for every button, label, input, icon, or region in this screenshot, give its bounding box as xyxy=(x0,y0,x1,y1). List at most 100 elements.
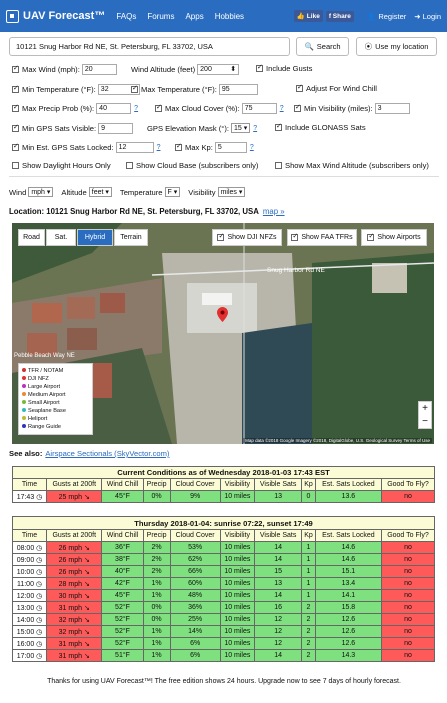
legend-dot-icon xyxy=(22,384,26,388)
daylight-row: Show Daylight Hours Only xyxy=(12,161,111,170)
nav-faqs[interactable]: FAQs xyxy=(116,12,136,21)
value-cell: 6% xyxy=(169,649,221,662)
cloud-checkbox[interactable] xyxy=(155,103,162,112)
gusts-cell: 26 mph ↘ xyxy=(46,553,103,566)
location-pin-icon[interactable] xyxy=(217,307,228,322)
gps-locked-row: Min Est. GPS Sats Locked:12? xyxy=(12,142,161,153)
fb-like-button[interactable]: 👍 Like xyxy=(293,10,323,22)
cloud-row: Max Cloud Cover (%):75? xyxy=(155,103,284,114)
register-link[interactable]: 👤 Register xyxy=(367,12,406,21)
value-cell: 45°F xyxy=(101,589,144,602)
value-cell: 62% xyxy=(169,553,221,566)
value-cell: no xyxy=(380,589,436,602)
kp-help-link[interactable]: ? xyxy=(250,144,254,151)
column-header: Good To Fly? xyxy=(380,478,436,491)
max-temp-input[interactable]: 95 xyxy=(218,84,258,95)
gusts-checkbox[interactable] xyxy=(256,63,263,72)
wind-unit-select[interactable]: mph ▾ xyxy=(28,187,54,197)
map-terrain-button[interactable]: Terrain xyxy=(114,229,148,246)
temp-unit-select[interactable]: F ▾ xyxy=(164,187,181,197)
gusts-cell: 32 mph ↘ xyxy=(46,613,103,626)
wind-alt-input[interactable]: 200 ⬍ xyxy=(197,64,240,75)
precip-input[interactable]: 40 xyxy=(96,103,132,114)
fb-share-button[interactable]: f Share xyxy=(325,10,354,22)
time-cell: 08:00 ◷ xyxy=(11,541,48,554)
value-cell: 12 xyxy=(254,625,303,638)
value-cell: 1 xyxy=(301,565,316,578)
value-cell: 14.6 xyxy=(314,553,382,566)
visibility-checkbox[interactable] xyxy=(294,103,301,112)
alt-unit-select[interactable]: feet ▾ xyxy=(88,187,112,197)
wind-chill-checkbox[interactable] xyxy=(296,83,303,92)
precip-checkbox[interactable] xyxy=(12,103,19,112)
gps-visible-input[interactable]: 9 xyxy=(98,123,134,134)
column-header: Precip xyxy=(142,529,171,542)
dji-nfz-toggle[interactable]: Show DJI NFZs xyxy=(212,229,282,246)
use-location-button[interactable]: ⦿ Use my location xyxy=(356,37,437,56)
gps-locked-input[interactable]: 12 xyxy=(115,142,154,153)
login-link[interactable]: ➜ Login xyxy=(414,12,441,21)
daylight-checkbox[interactable] xyxy=(12,162,19,169)
value-cell: 2 xyxy=(301,649,316,662)
max-wind-input[interactable]: 20 xyxy=(81,64,117,75)
table-row: 17:00 ◷ 31 mph ↘ 51°F 1% 6% 10 miles 14 2 14.3 no xyxy=(11,649,436,662)
airspace-link[interactable]: Airspace Sectionals (SkyVector.com) xyxy=(45,449,169,458)
value-cell: 10 miles xyxy=(219,625,256,638)
nav-apps[interactable]: Apps xyxy=(185,12,203,21)
tfr-checkbox xyxy=(291,232,299,241)
precip-help-link[interactable]: ? xyxy=(134,105,138,112)
legend-item: Large Airport xyxy=(22,383,89,391)
airports-toggle[interactable]: Show Airports xyxy=(361,229,427,246)
value-cell: 48% xyxy=(169,589,221,602)
max-wind-alt-checkbox[interactable] xyxy=(275,162,282,169)
map-link[interactable]: map » xyxy=(263,207,285,216)
value-cell: 10 miles xyxy=(219,553,256,566)
nav-hobbies[interactable]: Hobbies xyxy=(215,12,244,21)
cloud-help-link[interactable]: ? xyxy=(280,105,284,112)
search-button[interactable]: 🔍 Search xyxy=(296,37,349,56)
map[interactable]: Road Sat. Hybrid Terrain Show DJI NFZs S… xyxy=(12,223,434,444)
value-cell: 10 miles xyxy=(219,541,256,554)
gps-locked-checkbox[interactable] xyxy=(12,142,19,151)
min-temp-checkbox[interactable] xyxy=(12,84,19,93)
value-cell: 1% xyxy=(142,649,171,662)
map-sat-button[interactable]: Sat. xyxy=(46,229,76,246)
value-cell: 0% xyxy=(142,613,171,626)
brand[interactable]: UAV Forecast™ xyxy=(6,9,105,23)
value-cell: 13.4 xyxy=(314,577,382,590)
zoom-out-button[interactable]: − xyxy=(419,415,431,428)
value-cell: 51°F xyxy=(101,649,144,662)
legend-dot-icon xyxy=(22,424,26,428)
street-label: Snug Harbor Rd NE xyxy=(267,267,325,274)
column-header: Est. Sats Locked xyxy=(314,529,382,542)
map-hybrid-button[interactable]: Hybrid xyxy=(77,229,113,246)
gps-mask-select[interactable]: 15 ▾ xyxy=(230,123,251,133)
value-cell: 10 miles xyxy=(219,613,256,626)
vis-unit-select[interactable]: miles ▾ xyxy=(217,187,246,197)
kp-checkbox[interactable] xyxy=(175,142,182,151)
max-wind-checkbox[interactable] xyxy=(12,64,19,73)
time-cell: 11:00 ◷ xyxy=(11,577,48,590)
legend-dot-icon xyxy=(22,376,26,380)
max-temp-checkbox[interactable] xyxy=(131,84,138,93)
visibility-input[interactable]: 3 xyxy=(374,103,410,114)
gps-mask-help-link[interactable]: ? xyxy=(253,125,257,132)
faa-tfr-toggle[interactable]: Show FAA TFRs xyxy=(287,229,357,246)
legend-item: Range Guide xyxy=(22,423,89,431)
value-cell: 52°F xyxy=(101,613,144,626)
zoom-in-button[interactable]: + xyxy=(419,402,431,415)
map-road-button[interactable]: Road xyxy=(18,229,45,246)
nav-forums[interactable]: Forums xyxy=(147,12,174,21)
kp-input[interactable]: 5 xyxy=(214,142,247,153)
cloud-input[interactable]: 75 xyxy=(241,103,277,114)
value-cell: no xyxy=(380,601,436,614)
cloud-base-checkbox[interactable] xyxy=(126,162,133,169)
zoom-control: + − xyxy=(418,401,432,429)
time-cell: 12:00 ◷ xyxy=(11,589,48,602)
cloud-base-row: Show Cloud Base (subscribers only) xyxy=(126,161,258,170)
glonass-checkbox[interactable] xyxy=(275,122,282,131)
gps-locked-help-link[interactable]: ? xyxy=(157,144,161,151)
gps-visible-checkbox[interactable] xyxy=(12,123,19,132)
search-input[interactable]: 10121 Snug Harbor Rd NE, St. Petersburg,… xyxy=(9,37,290,56)
see-also: See also: Airspace Sectionals (SkyVector.… xyxy=(9,449,170,458)
